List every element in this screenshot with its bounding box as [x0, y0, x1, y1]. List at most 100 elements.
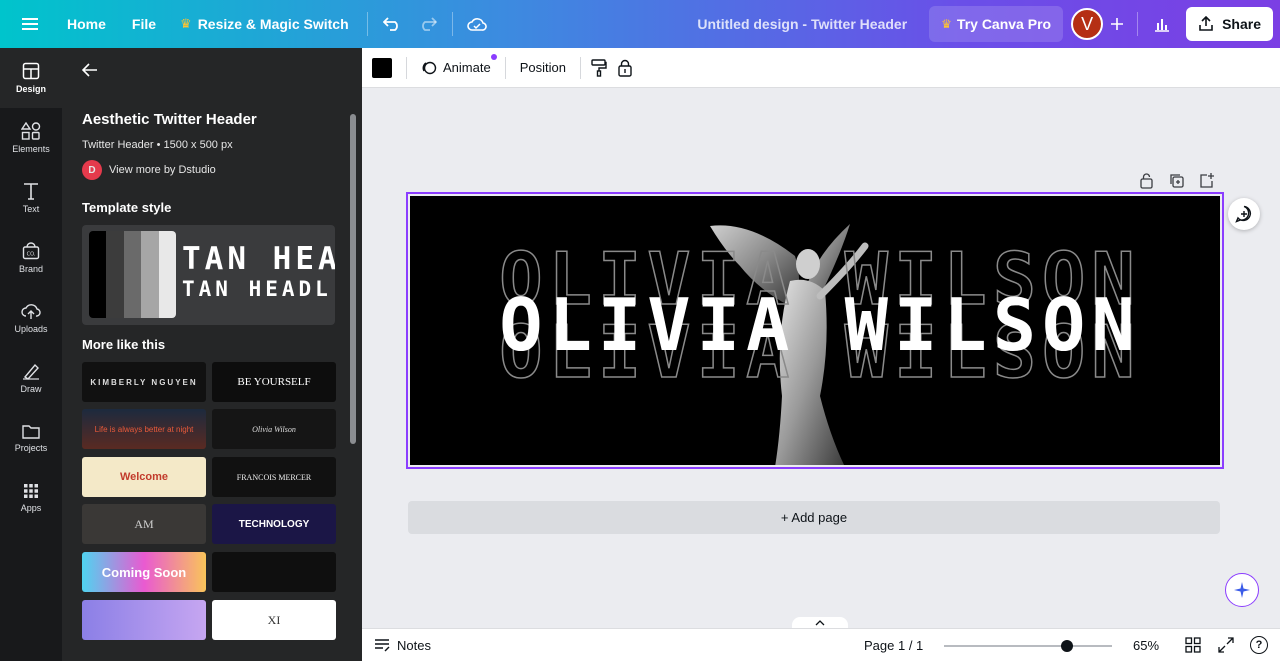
rail-item-projects[interactable]: Projects: [0, 408, 62, 468]
page-actions: [1138, 172, 1215, 189]
rail-item-draw[interactable]: Draw: [0, 348, 62, 408]
template-thumbnail[interactable]: Welcome: [82, 457, 206, 497]
position-button[interactable]: Position: [510, 60, 576, 75]
view-more-author-link[interactable]: D View more by Dstudio: [82, 160, 216, 180]
context-toolbar: Animate Position: [362, 48, 1280, 88]
divider: [451, 12, 453, 36]
side-rail: Design Elements Text CO. Brand Uploads D…: [0, 48, 62, 661]
rail-item-apps[interactable]: Apps: [0, 468, 62, 528]
svg-text:CO.: CO.: [27, 252, 36, 258]
animate-label: Animate: [443, 60, 491, 75]
bottom-bar: Notes Page 1 / 1 65% ?: [362, 628, 1280, 661]
rail-item-elements[interactable]: Elements: [0, 108, 62, 168]
unlock-icon[interactable]: [1138, 172, 1155, 189]
font-preview-1: TAN HEA: [182, 241, 335, 277]
template-thumbnail[interactable]: TECHNOLOGY: [212, 504, 336, 544]
cloud-save-icon[interactable]: [459, 6, 495, 42]
add-page-icon[interactable]: [1198, 172, 1215, 189]
file-menu-button[interactable]: File: [120, 6, 168, 42]
divider: [579, 56, 581, 79]
folder-icon: [22, 425, 40, 439]
plus-icon[interactable]: [1103, 6, 1131, 42]
help-icon[interactable]: ?: [1250, 636, 1268, 654]
template-thumbnail[interactable]: Coming Soon: [82, 552, 206, 592]
zoom-slider[interactable]: [944, 640, 1112, 652]
magic-assistant-button[interactable]: [1225, 573, 1259, 607]
zoom-slider-handle[interactable]: [1061, 640, 1074, 652]
rail-label: Elements: [12, 144, 50, 154]
template-thumbnail[interactable]: FRANCOIS MERCER: [212, 457, 336, 497]
author-avatar: D: [82, 160, 102, 180]
design-page[interactable]: OLIVIA WILSON OLIVIA WILSON OLIVIA WILSO…: [406, 192, 1224, 469]
rail-label: Apps: [20, 503, 42, 513]
lock-icon[interactable]: [613, 59, 637, 77]
menu-icon[interactable]: [12, 6, 48, 42]
top-bar: Home File ♛ Resize & Magic Switch Untitl…: [0, 0, 1280, 48]
rail-label: Brand: [18, 264, 44, 274]
upload-cloud-icon: [21, 304, 41, 319]
sparkle-icon: [1234, 582, 1250, 598]
layout-icon: [22, 62, 40, 80]
font-preview-2: TAN HEADL: [182, 277, 332, 301]
redo-icon[interactable]: [410, 6, 446, 42]
share-button[interactable]: Share: [1186, 7, 1273, 41]
template-thumbnail[interactable]: Olivia Wilson: [212, 409, 336, 449]
rail-item-brand[interactable]: CO. Brand: [0, 228, 62, 288]
add-comment-button[interactable]: [1228, 198, 1260, 230]
resize-magic-switch-button[interactable]: ♛ Resize & Magic Switch: [168, 6, 361, 42]
apps-grid-icon: [24, 484, 38, 498]
page-indicator[interactable]: Page 1 / 1: [864, 638, 923, 653]
template-thumbnail[interactable]: XI: [212, 600, 336, 640]
paint-roller-icon[interactable]: [585, 58, 613, 77]
notes-label: Notes: [397, 637, 431, 653]
notification-dot: [490, 53, 497, 60]
crown-icon: ♛: [180, 16, 192, 31]
fullscreen-icon[interactable]: [1218, 637, 1234, 656]
try-canva-pro-button[interactable]: ♛ Try Canva Pro: [929, 6, 1064, 42]
template-thumbnail[interactable]: [82, 600, 206, 640]
add-page-button[interactable]: + Add page: [408, 501, 1220, 534]
rail-item-design[interactable]: Design: [0, 48, 62, 108]
rail-label: Text: [22, 204, 40, 214]
template-style-heading: Template style: [82, 200, 172, 215]
document-title[interactable]: Untitled design - Twitter Header: [697, 16, 907, 32]
zoom-level[interactable]: 65%: [1133, 638, 1159, 653]
template-thumbnail[interactable]: KIMBERLY NGUYEN: [82, 362, 206, 402]
chevron-up-icon: [815, 620, 825, 626]
back-arrow-icon[interactable]: [81, 63, 102, 81]
undo-icon[interactable]: [374, 6, 410, 42]
draw-icon: [23, 363, 39, 380]
template-thumbnail[interactable]: Life is always better at night: [82, 409, 206, 449]
rail-label: Design: [15, 84, 46, 94]
color-swatch[interactable]: [372, 57, 392, 78]
home-button[interactable]: Home: [55, 6, 118, 42]
divider: [504, 56, 506, 79]
insights-chart-icon[interactable]: [1144, 6, 1180, 42]
rail-item-text[interactable]: Text: [0, 168, 62, 228]
template-panel: Aesthetic Twitter Header Twitter Header …: [62, 48, 373, 661]
template-title: Aesthetic Twitter Header: [82, 111, 257, 128]
grid-view-icon[interactable]: [1185, 637, 1201, 656]
panel-scrollbar[interactable]: [350, 114, 356, 444]
headline-text[interactable]: OLIVIA WILSON OLIVIA WILSON OLIVIA WILSO…: [408, 194, 1222, 467]
divider: [366, 12, 368, 36]
animate-icon: [422, 61, 437, 74]
rail-label: Uploads: [14, 324, 48, 334]
template-thumbnail[interactable]: AM: [82, 504, 206, 544]
rail-item-uploads[interactable]: Uploads: [0, 288, 62, 348]
shapes-icon: [21, 122, 41, 140]
template-subtitle: Twitter Header • 1500 x 500 px: [82, 139, 233, 151]
animate-button[interactable]: Animate: [411, 53, 501, 76]
share-label: Share: [1222, 16, 1261, 32]
notes-button[interactable]: Notes: [374, 638, 431, 653]
avatar[interactable]: V: [1071, 8, 1104, 40]
template-thumbnail[interactable]: BE YOURSELF: [212, 362, 336, 402]
template-thumbnail[interactable]: [212, 552, 336, 592]
palette-swatches: [89, 231, 176, 318]
share-icon: [1199, 16, 1213, 31]
try-pro-label: Try Canva Pro: [956, 16, 1052, 32]
duplicate-page-icon[interactable]: [1168, 172, 1185, 189]
author-label: View more by Dstudio: [109, 164, 216, 176]
template-style-card[interactable]: TAN HEA TAN HEADL: [82, 225, 335, 325]
rail-label: Draw: [20, 384, 42, 394]
